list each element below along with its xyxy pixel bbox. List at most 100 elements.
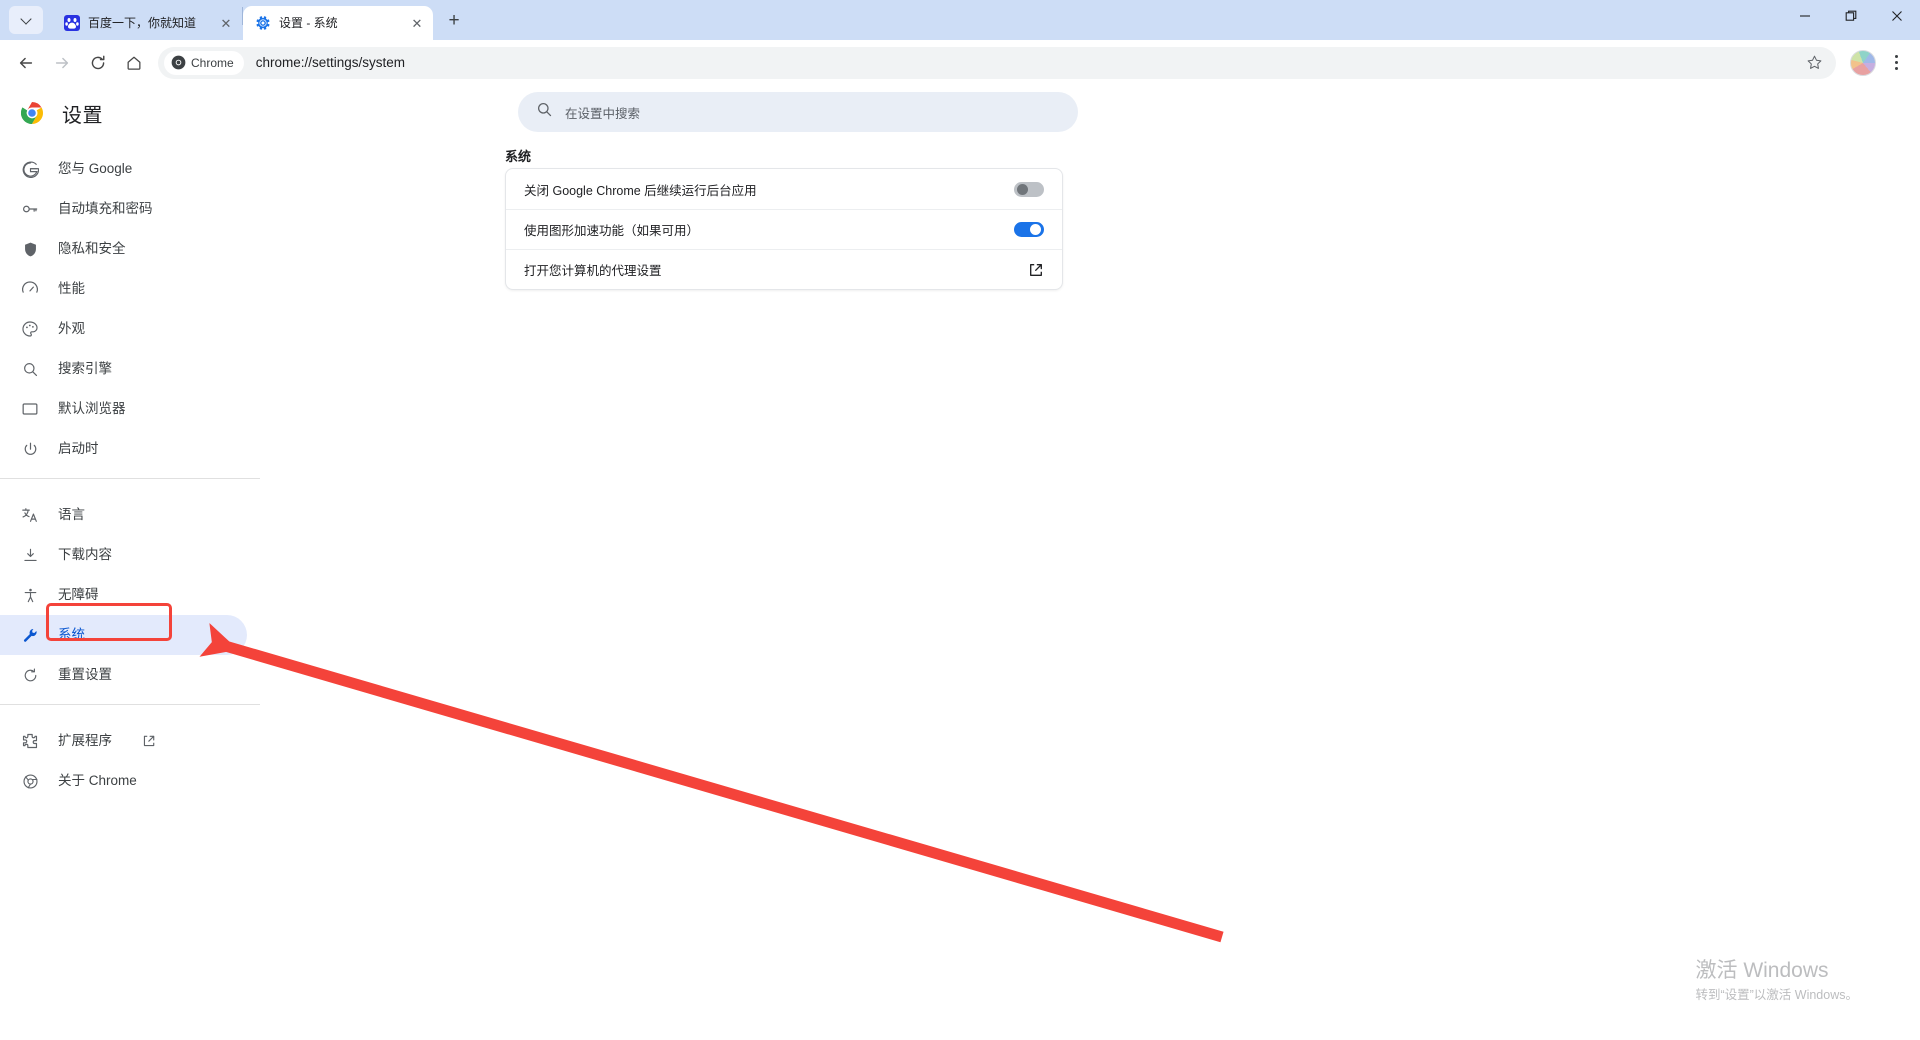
tab-strip: 百度一下，你就知道 ✕ 设置 - 系统 ✕ + — [0, 0, 1920, 40]
accessibility-icon — [20, 585, 40, 605]
address-bar-actions — [1798, 47, 1830, 79]
chrome-chip-label: Chrome — [191, 55, 234, 70]
sidebar-item-performance[interactable]: 性能 — [0, 269, 247, 309]
reload-button[interactable] — [80, 45, 116, 81]
sidebar-item-about-chrome[interactable]: 关于 Chrome — [0, 761, 247, 801]
sidebar-item-reset-settings[interactable]: 重置设置 — [0, 655, 247, 695]
sidebar-group-1: 您与 Google 自动填充和密码 隐私和安全 性能 外观 搜索引擎 默认浏览器… — [0, 141, 260, 469]
sidebar-item-label: 隐私和安全 — [58, 241, 126, 256]
tab-baidu[interactable]: 百度一下，你就知道 ✕ — [52, 6, 242, 40]
settings-title: 设置 — [62, 104, 103, 127]
search-input-placeholder[interactable]: 在设置中搜索 — [565, 103, 640, 122]
sidebar-item-label: 您与 Google — [58, 161, 133, 176]
home-button[interactable] — [116, 45, 152, 81]
sidebar-item-label: 性能 — [58, 281, 85, 296]
sidebar-item-languages[interactable]: 语言 — [0, 495, 247, 535]
restore-icon — [20, 665, 40, 685]
sidebar-item-label: 扩展程序 — [58, 733, 112, 748]
minimize-button[interactable] — [1782, 0, 1828, 32]
sidebar-item-search-engine[interactable]: 搜索引擎 — [0, 349, 247, 389]
sidebar-item-label: 无障碍 — [58, 587, 99, 602]
tab-settings[interactable]: 设置 - 系统 ✕ — [243, 6, 433, 40]
chrome-icon — [20, 771, 40, 791]
power-icon — [20, 439, 40, 459]
sidebar-item-label: 重置设置 — [58, 667, 112, 682]
hardware-acceleration-toggle[interactable] — [1014, 222, 1044, 237]
browser-toolbar: Chrome chrome://settings/system — [0, 40, 1920, 85]
download-icon — [20, 545, 40, 565]
google-g-icon — [20, 159, 40, 179]
browser-menu-button[interactable] — [1880, 47, 1912, 79]
sidebar-item-autofill[interactable]: 自动填充和密码 — [0, 189, 247, 229]
chrome-logo-icon — [20, 101, 44, 125]
toggle-knob — [1017, 183, 1028, 195]
sidebar-item-label: 自动填充和密码 — [58, 201, 153, 216]
windows-activation-watermark: 激活 Windows 转到“设置”以激活 Windows。 — [1695, 957, 1858, 1005]
bookmark-star-icon[interactable] — [1798, 47, 1830, 79]
setting-label: 关闭 Google Chrome 后继续运行后台应用 — [524, 183, 757, 198]
search-icon — [536, 101, 553, 123]
palette-icon — [20, 319, 40, 339]
browser-window: 百度一下，你就知道 ✕ 设置 - 系统 ✕ + Chrome chrome://… — [0, 0, 1920, 1040]
sidebar-group-3: 扩展程序 关于 Chrome — [0, 704, 260, 801]
setting-row-proxy-settings[interactable]: 打开您计算机的代理设置 — [506, 249, 1062, 289]
tab-title: 百度一下，你就知道 — [88, 16, 197, 30]
address-bar[interactable]: Chrome chrome://settings/system — [158, 46, 1836, 79]
settings-search-container: 在设置中搜索 — [518, 92, 1078, 132]
sidebar-item-you-and-google[interactable]: 您与 Google — [0, 149, 247, 189]
settings-sidebar: 设置 您与 Google 自动填充和密码 隐私和安全 性能 外观 搜索引擎 默认… — [0, 85, 260, 1040]
external-link-icon[interactable] — [1028, 262, 1044, 278]
settings-main: 在设置中搜索 系统 关闭 Google Chrome 后继续运行后台应用 使用图… — [260, 85, 1920, 1040]
settings-search-box[interactable]: 在设置中搜索 — [518, 92, 1078, 132]
back-button[interactable] — [8, 45, 44, 81]
chrome-origin-chip[interactable]: Chrome — [164, 50, 244, 75]
setting-row-hardware-acceleration[interactable]: 使用图形加速功能（如果可用） — [506, 209, 1062, 249]
sidebar-item-downloads[interactable]: 下载内容 — [0, 535, 247, 575]
maximize-button[interactable] — [1828, 0, 1874, 32]
window-controls — [1782, 0, 1920, 40]
wrench-icon — [20, 625, 40, 645]
sidebar-item-extensions[interactable]: 扩展程序 — [0, 721, 247, 761]
forward-button[interactable] — [44, 45, 80, 81]
annotation-highlight-box — [46, 603, 172, 641]
watermark-line-1: 激活 Windows — [1695, 959, 1829, 982]
tab-title: 设置 - 系统 — [279, 16, 338, 30]
sidebar-item-label: 下载内容 — [58, 547, 112, 562]
sidebar-item-default-browser[interactable]: 默认浏览器 — [0, 389, 247, 429]
tab-close-button[interactable]: ✕ — [407, 13, 427, 33]
sidebar-item-label: 搜索引擎 — [58, 361, 112, 376]
translate-icon — [20, 505, 40, 525]
key-icon — [20, 199, 40, 219]
section-title-system: 系统 — [505, 149, 532, 164]
search-icon — [20, 359, 40, 379]
shield-icon — [20, 239, 40, 259]
toggle-knob — [1030, 224, 1041, 235]
settings-page: 设置 您与 Google 自动填充和密码 隐私和安全 性能 外观 搜索引擎 默认… — [0, 85, 1920, 1040]
sidebar-item-appearance[interactable]: 外观 — [0, 309, 247, 349]
new-tab-button[interactable]: + — [439, 5, 469, 35]
sidebar-item-label: 启动时 — [58, 441, 99, 456]
speedometer-icon — [20, 279, 40, 299]
puzzle-icon — [20, 731, 40, 751]
setting-row-background-apps[interactable]: 关闭 Google Chrome 后继续运行后台应用 — [506, 169, 1062, 209]
browser-window-icon — [20, 399, 40, 419]
settings-brand: 设置 — [0, 85, 260, 141]
sidebar-item-privacy[interactable]: 隐私和安全 — [0, 229, 247, 269]
settings-gear-favicon — [255, 15, 271, 31]
setting-label: 打开您计算机的代理设置 — [524, 264, 662, 278]
sidebar-item-label: 语言 — [58, 507, 85, 522]
sidebar-group-2: 语言 下载内容 无障碍 系统 重置设置 — [0, 478, 260, 695]
baidu-favicon — [64, 15, 80, 31]
tab-search-button[interactable] — [9, 6, 43, 34]
close-button[interactable] — [1874, 0, 1920, 32]
sidebar-item-label: 外观 — [58, 321, 85, 336]
tab-close-button[interactable]: ✕ — [216, 13, 236, 33]
system-settings-card: 关闭 Google Chrome 后继续运行后台应用 使用图形加速功能（如果可用… — [505, 168, 1063, 290]
background-apps-toggle[interactable] — [1014, 181, 1044, 197]
profile-avatar[interactable] — [1850, 49, 1876, 76]
sidebar-item-on-startup[interactable]: 启动时 — [0, 429, 247, 469]
tab-search-container — [0, 0, 52, 40]
chevron-down-icon — [21, 15, 32, 26]
external-link-icon — [142, 734, 156, 748]
watermark-line-2: 转到“设置”以激活 Windows。 — [1695, 988, 1858, 1002]
